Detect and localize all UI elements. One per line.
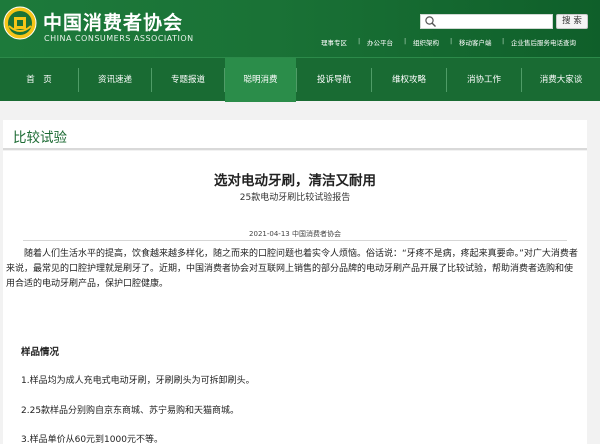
nav-consumer-talk[interactable]: 消费大家谈	[522, 58, 600, 102]
separator: |	[502, 37, 505, 45]
quick-links: 理事专区 | 办公平台 | 组织架构 | 移动客户端 | 企业售后服务电话查询	[318, 37, 600, 49]
nav-complaint-guide[interactable]: 投诉导航	[297, 58, 371, 102]
nav-home[interactable]: 首 页	[0, 58, 78, 102]
section-title: 比较试验	[13, 130, 67, 146]
article-title: 选对电动牙刷，清洁又耐用	[214, 173, 376, 189]
nav-rights-strategy[interactable]: 维权攻略	[372, 58, 446, 102]
main-nav: 首 页 资讯速递 专题报道 聪明消费 投诉导航 维权攻略 消协工作 消费大家谈	[0, 57, 600, 102]
sample-heading: 样品情况	[21, 347, 60, 358]
search-input[interactable]	[439, 15, 551, 28]
quick-link-organization[interactable]: 组织架构	[413, 37, 439, 47]
brand-name-cn[interactable]: 中国消费者协会	[43, 8, 183, 35]
separator: |	[358, 37, 361, 45]
nav-smart-consumption[interactable]: 聪明消费	[225, 58, 296, 102]
sample-item: 2.25款样品分别购自京东商城、苏宁易购和天猫商城。	[21, 406, 240, 416]
search-button[interactable]: 搜 索	[556, 14, 588, 29]
sample-item: 1.样品均为成人充电式电动牙刷，牙刷刷头为可拆卸刷头。	[21, 376, 255, 386]
quick-link-office[interactable]: 办公平台	[367, 37, 393, 47]
divider	[23, 240, 567, 241]
search-icon	[425, 16, 436, 27]
separator: |	[404, 37, 407, 45]
quick-link-aftersales[interactable]: 企业售后服务电话查询	[511, 37, 576, 47]
separator: |	[450, 37, 453, 45]
quick-link-council[interactable]: 理事专区	[321, 37, 347, 47]
quick-link-mobile-client[interactable]: 移动客户端	[459, 37, 492, 47]
nav-association-work[interactable]: 消协工作	[447, 58, 521, 102]
article: 选对电动牙刷，清洁又耐用 25款电动牙刷比较试验报告 2021-04-13 中国…	[3, 151, 587, 444]
section-header: 比较试验	[3, 120, 587, 150]
nav-special-reports[interactable]: 专题报道	[152, 58, 224, 102]
nav-news[interactable]: 资讯速递	[79, 58, 151, 102]
cca-logo-icon[interactable]	[3, 6, 37, 40]
brand-name-en: CHINA CONSUMERS ASSOCIATION	[44, 34, 194, 43]
site-header: 中国消费者协会 CHINA CONSUMERS ASSOCIATION 搜 索 …	[0, 0, 600, 57]
article-meta: 2021-04-13 中国消费者协会	[249, 230, 341, 238]
sample-item: 3.样品单价从60元到1000元不等。	[21, 435, 163, 444]
article-body: 随着人们生活水平的提高，饮食越来越多样化，随之而来的口腔问题也着实令人烦恼。俗话…	[6, 249, 578, 289]
article-subtitle: 25款电动牙刷比较试验报告	[239, 193, 351, 203]
